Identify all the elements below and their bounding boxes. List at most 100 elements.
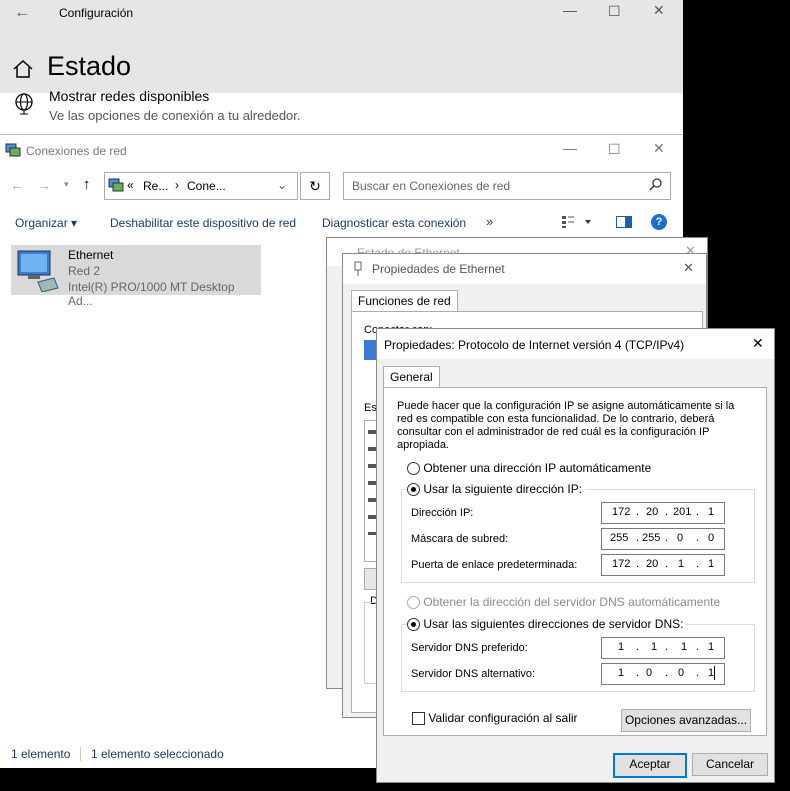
dns2-octet: 0: [678, 667, 685, 679]
available-networks-title[interactable]: Mostrar redes disponibles: [49, 88, 209, 104]
network-adapter-icon: [14, 248, 62, 295]
ip-address-field[interactable]: 172. 20. 201. 1: [601, 502, 725, 524]
auto-dns-radio[interactable]: [407, 596, 420, 610]
auto-ip-option[interactable]: Obtener una dirección IP automáticamente: [407, 461, 652, 476]
validate-checkbox[interactable]: [412, 712, 425, 726]
gateway-octet: 20: [646, 558, 659, 570]
gateway-label: Puerta de enlace predeterminada:: [411, 559, 578, 571]
more-commands-button[interactable]: »: [486, 214, 493, 229]
general-tab-panel: Puede hacer que la configuración IP se a…: [383, 387, 767, 736]
dns1-octet: 1: [708, 641, 715, 653]
search-icon: [649, 177, 663, 194]
alternate-dns-field[interactable]: 1. 0. 0. 1: [601, 663, 725, 685]
breadcrumb-separator-icon: «: [127, 178, 134, 192]
ip-octet: 1: [708, 506, 715, 518]
breadcrumb-item[interactable]: Re...: [143, 179, 168, 193]
auto-ip-label: Obtener una dirección IP automáticamente: [423, 461, 652, 475]
preferred-dns-field[interactable]: 1. 1. 1. 1: [601, 637, 725, 659]
chevron-down-icon[interactable]: ⌄: [277, 178, 287, 192]
organize-menu[interactable]: Organizar ▾: [15, 216, 77, 230]
ethernet-properties-title: Propiedades de Ethernet: [372, 262, 505, 276]
breadcrumb-item[interactable]: Cone...: [187, 179, 226, 193]
adapter-network: Red 2: [68, 264, 101, 278]
ipv4-properties-dialog: Propiedades: Protocolo de Internet versi…: [376, 328, 775, 783]
components-label: Es: [364, 402, 377, 414]
preview-pane-icon[interactable]: [616, 216, 632, 231]
globe-network-icon: [12, 93, 36, 118]
status-item-count: 1 elemento: [11, 747, 71, 761]
adapter-icon: [364, 340, 376, 360]
search-placeholder: Buscar en Conexiones de red: [352, 179, 511, 193]
search-input[interactable]: Buscar en Conexiones de red: [343, 172, 671, 200]
auto-dns-label: Obtener la dirección del servidor DNS au…: [423, 595, 721, 609]
close-icon[interactable]: ✕: [653, 140, 665, 157]
up-arrow-icon[interactable]: ↑: [83, 176, 91, 193]
dns1-octet: 1: [681, 641, 688, 653]
tab-networking[interactable]: Funciones de red: [351, 290, 458, 311]
manual-ip-radio[interactable]: [407, 483, 420, 497]
network-folder-icon: [108, 177, 124, 196]
refresh-icon: ↻: [309, 178, 321, 194]
address-bar[interactable]: « Re... › Cone... ⌄: [104, 172, 298, 200]
recent-dropdown-icon[interactable]: ▾: [64, 179, 69, 190]
adapter-name: Ethernet: [68, 248, 114, 262]
dns1-octet: 1: [651, 641, 658, 653]
dns2-octet: 0: [646, 667, 653, 679]
close-icon[interactable]: ✕: [683, 260, 694, 276]
ipv4-titlebar: Propiedades: Protocolo de Internet versi…: [377, 329, 774, 359]
ip-octet: 172: [612, 506, 631, 518]
manual-ip-label: Usar la siguiente dirección IP:: [423, 482, 583, 496]
gateway-octet: 1: [708, 558, 715, 570]
minimize-icon[interactable]: —: [563, 2, 577, 18]
back-arrow-icon[interactable]: ←: [10, 177, 24, 193]
adapter-device: Intel(R) PRO/1000 MT Desktop Ad...: [68, 280, 235, 308]
help-icon[interactable]: ?: [651, 214, 667, 230]
settings-titlebar: ← Configuración — ☐ ✕ Estado: [0, 0, 683, 93]
maximize-icon[interactable]: ☐: [608, 3, 621, 20]
manual-ip-option[interactable]: Usar la siguiente dirección IP:: [407, 482, 586, 497]
forward-arrow-icon[interactable]: →: [37, 177, 51, 193]
manual-dns-option[interactable]: Usar las siguientes direcciones de servi…: [407, 617, 687, 632]
ip-octet: 20: [646, 506, 659, 518]
close-icon[interactable]: ✕: [653, 2, 665, 19]
ip-octet: 201: [673, 506, 692, 518]
gateway-octet: 172: [612, 558, 631, 570]
network-connections-title: Conexiones de red: [26, 144, 127, 158]
available-networks-subtitle: Ve las opciones de conexión a tu alreded…: [49, 108, 301, 123]
mask-octet: 0: [708, 532, 715, 544]
status-selected-count: 1 elemento seleccionado: [91, 747, 224, 761]
maximize-icon[interactable]: ☐: [608, 141, 621, 158]
back-arrow-icon[interactable]: ←: [14, 4, 30, 22]
gateway-field[interactable]: 172. 20. 1. 1: [601, 554, 725, 576]
subnet-mask-field[interactable]: 255. 255. 0. 0: [601, 528, 725, 550]
tab-general[interactable]: General: [383, 366, 440, 388]
ipv4-description: Puede hacer que la configuración IP se a…: [397, 400, 735, 451]
network-folder-icon: [5, 142, 21, 161]
view-options-icon[interactable]: [561, 215, 591, 232]
settings-window: ← Configuración — ☐ ✕ Estado Mostrar red…: [0, 0, 683, 140]
auto-dns-option[interactable]: Obtener la dirección del servidor DNS au…: [407, 595, 721, 610]
auto-ip-radio[interactable]: [407, 462, 420, 476]
disable-device-button[interactable]: Deshabilitar este dispositivo de red: [110, 216, 296, 230]
ethernet-adapter-item[interactable]: Ethernet Red 2 Intel(R) PRO/1000 MT Desk…: [11, 245, 261, 308]
ethernet-properties-titlebar: Propiedades de Ethernet ✕: [343, 254, 706, 284]
ok-button[interactable]: Aceptar: [613, 753, 687, 778]
breadcrumb-separator-icon: ›: [175, 178, 179, 192]
status-divider: [80, 747, 81, 761]
validate-option[interactable]: Validar configuración al salir: [412, 711, 578, 726]
preferred-dns-label: Servidor DNS preferido:: [411, 642, 528, 654]
close-icon[interactable]: ✕: [752, 335, 764, 352]
diagnose-connection-button[interactable]: Diagnosticar esta conexión: [322, 216, 466, 230]
mask-octet: 0: [677, 532, 684, 544]
cancel-button[interactable]: Cancelar: [692, 753, 768, 776]
ipv4-dialog-title: Propiedades: Protocolo de Internet versi…: [384, 338, 685, 352]
network-adapter-icon: [352, 261, 364, 280]
manual-dns-radio[interactable]: [407, 618, 420, 632]
alternate-dns-label: Servidor DNS alternativo:: [411, 668, 536, 680]
refresh-button[interactable]: ↻: [300, 172, 330, 200]
mask-octet: 255: [610, 532, 629, 544]
minimize-icon[interactable]: —: [563, 140, 577, 156]
dns2-octet: 1: [618, 667, 625, 679]
advanced-options-button[interactable]: Opciones avanzadas...: [621, 709, 751, 732]
validate-label: Validar configuración al salir: [428, 711, 578, 725]
